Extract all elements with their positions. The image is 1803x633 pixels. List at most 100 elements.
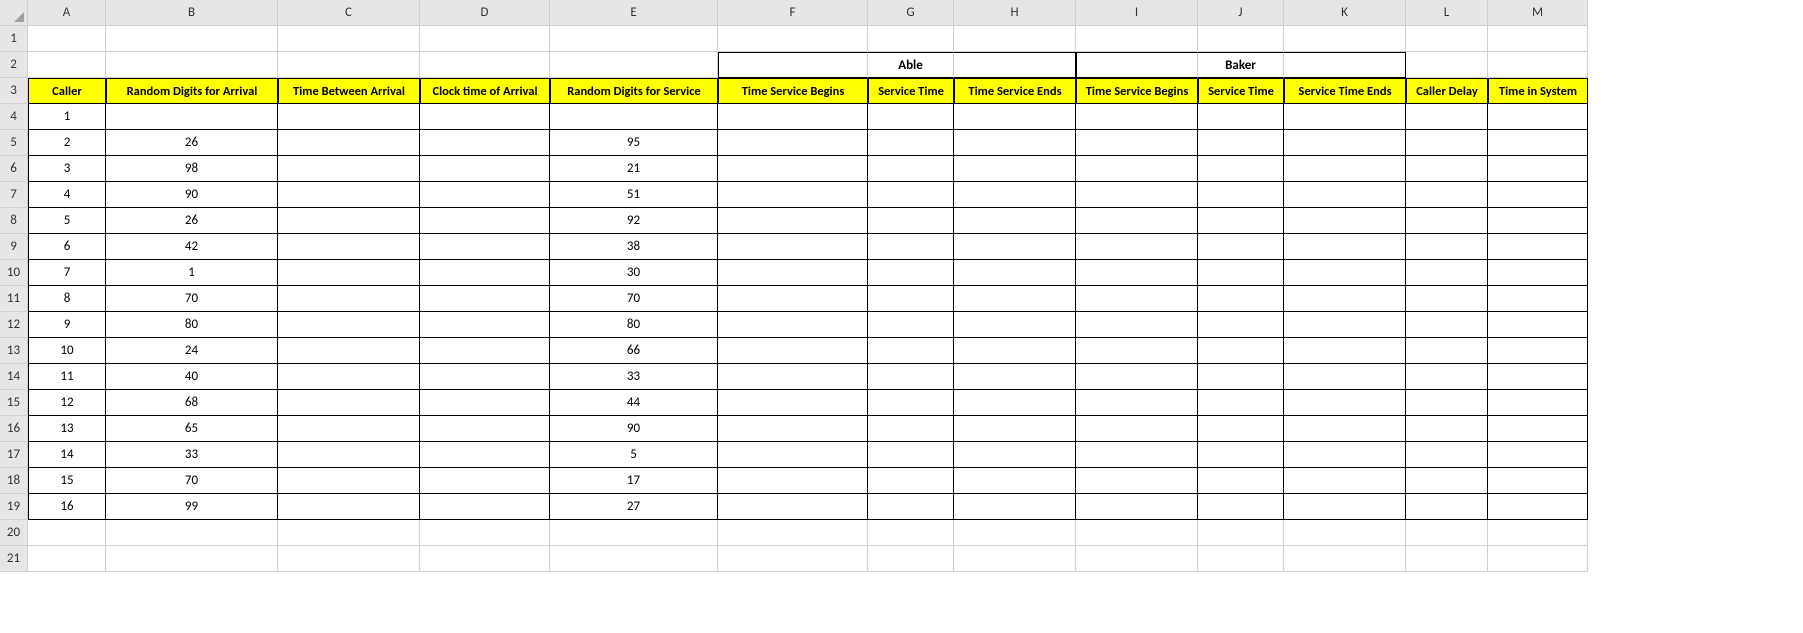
col-header-J[interactable]: J: [1198, 0, 1284, 26]
data-cell[interactable]: [1406, 390, 1488, 416]
data-cell[interactable]: [1406, 442, 1488, 468]
data-cell[interactable]: [868, 130, 954, 156]
data-cell[interactable]: [718, 494, 868, 520]
col-header-D[interactable]: D: [420, 0, 550, 26]
data-cell[interactable]: [868, 104, 954, 130]
data-cell[interactable]: [1076, 182, 1198, 208]
row-header-12[interactable]: 12: [0, 312, 28, 338]
data-cell[interactable]: [1284, 286, 1406, 312]
data-cell[interactable]: 44: [550, 390, 718, 416]
data-cell[interactable]: [718, 286, 868, 312]
data-cell[interactable]: 5: [28, 208, 106, 234]
row-header-5[interactable]: 5: [0, 130, 28, 156]
row-header-14[interactable]: 14: [0, 364, 28, 390]
row-header-9[interactable]: 9: [0, 234, 28, 260]
data-cell[interactable]: 80: [550, 312, 718, 338]
data-cell[interactable]: [954, 104, 1076, 130]
data-cell[interactable]: [1488, 416, 1588, 442]
data-cell[interactable]: [1076, 208, 1198, 234]
row-header-13[interactable]: 13: [0, 338, 28, 364]
data-cell[interactable]: [1284, 494, 1406, 520]
data-cell[interactable]: [718, 104, 868, 130]
data-cell[interactable]: 9: [28, 312, 106, 338]
data-cell[interactable]: [420, 104, 550, 130]
data-cell[interactable]: [718, 130, 868, 156]
data-cell[interactable]: [278, 390, 420, 416]
data-cell[interactable]: [1488, 182, 1588, 208]
cell[interactable]: [1198, 546, 1284, 572]
header-A[interactable]: Caller: [28, 78, 106, 104]
row-header-11[interactable]: 11: [0, 286, 28, 312]
cell[interactable]: [278, 546, 420, 572]
data-cell[interactable]: [1198, 104, 1284, 130]
data-cell[interactable]: [1488, 286, 1588, 312]
col-header-I[interactable]: I: [1076, 0, 1198, 26]
data-cell[interactable]: [718, 182, 868, 208]
data-cell[interactable]: [718, 260, 868, 286]
data-cell[interactable]: [1198, 442, 1284, 468]
header-D[interactable]: Clock time of Arrival: [420, 78, 550, 104]
header-L[interactable]: Caller Delay: [1406, 78, 1488, 104]
data-cell[interactable]: [278, 312, 420, 338]
data-cell[interactable]: [1488, 104, 1588, 130]
cell[interactable]: [550, 26, 718, 52]
data-cell[interactable]: [1198, 130, 1284, 156]
data-cell[interactable]: [1406, 156, 1488, 182]
row-header-1[interactable]: 1: [0, 26, 28, 52]
data-cell[interactable]: [420, 416, 550, 442]
data-cell[interactable]: [1076, 312, 1198, 338]
row-header-17[interactable]: 17: [0, 442, 28, 468]
data-cell[interactable]: [278, 182, 420, 208]
col-header-K[interactable]: K: [1284, 0, 1406, 26]
data-cell[interactable]: [420, 390, 550, 416]
data-cell[interactable]: [1076, 234, 1198, 260]
header-F[interactable]: Time Service Begins: [718, 78, 868, 104]
data-cell[interactable]: [1488, 156, 1588, 182]
cell[interactable]: [1284, 520, 1406, 546]
data-cell[interactable]: [954, 494, 1076, 520]
data-cell[interactable]: [420, 208, 550, 234]
data-cell[interactable]: 1: [28, 104, 106, 130]
cell[interactable]: [868, 520, 954, 546]
data-cell[interactable]: 80: [106, 312, 278, 338]
data-cell[interactable]: [1284, 208, 1406, 234]
cell[interactable]: [718, 520, 868, 546]
cell[interactable]: [1076, 26, 1198, 52]
row-header-6[interactable]: 6: [0, 156, 28, 182]
row-header-15[interactable]: 15: [0, 390, 28, 416]
data-cell[interactable]: 6: [28, 234, 106, 260]
data-cell[interactable]: 99: [106, 494, 278, 520]
row-header-18[interactable]: 18: [0, 468, 28, 494]
data-cell[interactable]: [1406, 416, 1488, 442]
data-cell[interactable]: [868, 208, 954, 234]
data-cell[interactable]: [420, 130, 550, 156]
data-cell[interactable]: [1076, 364, 1198, 390]
cell[interactable]: [1406, 546, 1488, 572]
data-cell[interactable]: 26: [106, 208, 278, 234]
data-cell[interactable]: [1284, 234, 1406, 260]
data-cell[interactable]: 7: [28, 260, 106, 286]
data-cell[interactable]: 68: [106, 390, 278, 416]
header-E[interactable]: Random Digits for Service: [550, 78, 718, 104]
header-K[interactable]: Service Time Ends: [1284, 78, 1406, 104]
col-header-A[interactable]: A: [28, 0, 106, 26]
data-cell[interactable]: [954, 416, 1076, 442]
data-cell[interactable]: [868, 338, 954, 364]
data-cell[interactable]: [718, 468, 868, 494]
data-cell[interactable]: 70: [106, 286, 278, 312]
data-cell[interactable]: [1488, 234, 1588, 260]
cell[interactable]: [954, 546, 1076, 572]
col-header-E[interactable]: E: [550, 0, 718, 26]
cell[interactable]: [28, 520, 106, 546]
data-cell[interactable]: [278, 416, 420, 442]
data-cell[interactable]: [1284, 390, 1406, 416]
col-header-B[interactable]: B: [106, 0, 278, 26]
data-cell[interactable]: [1284, 416, 1406, 442]
data-cell[interactable]: [1076, 286, 1198, 312]
cell[interactable]: [420, 52, 550, 78]
data-cell[interactable]: [1284, 104, 1406, 130]
cell[interactable]: [106, 52, 278, 78]
data-cell[interactable]: [954, 286, 1076, 312]
header-I[interactable]: Time Service Begins: [1076, 78, 1198, 104]
spreadsheet-grid[interactable]: ABCDEFGHIJKLM12AbleBaker3CallerRandom Di…: [0, 0, 1803, 572]
